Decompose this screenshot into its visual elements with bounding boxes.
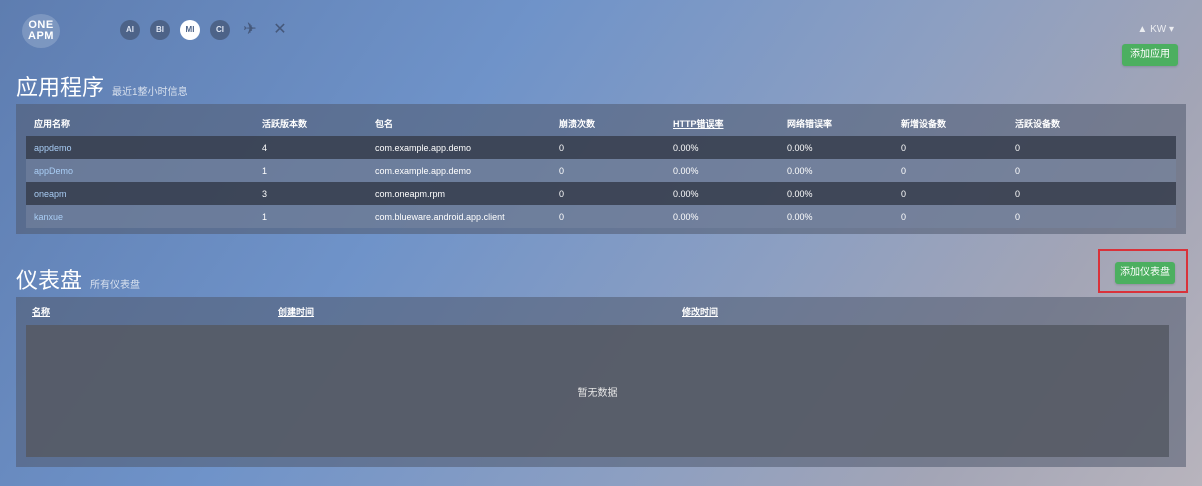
nav-mi-icon[interactable]: MI <box>180 20 200 40</box>
cell-crashes: 0 <box>559 188 565 199</box>
dashboard-panel: 名称 创建时间 修改时间 暂无数据 <box>16 297 1186 467</box>
col-app-name[interactable]: 应用名称 <box>26 117 262 130</box>
nav-bi-icon[interactable]: BI <box>150 20 170 40</box>
cell-crashes: 0 <box>559 211 565 222</box>
nav-plane-icon[interactable]: ✈ <box>240 20 260 40</box>
apps-panel: 应用名称 活跃版本数 包名 崩溃次数 HTTP错误率 网络错误率 新增设备数 活… <box>16 104 1186 234</box>
app-link[interactable]: oneapm <box>26 189 262 199</box>
table-row: kanxue 1 com.blueware.android.app.client… <box>26 205 1176 228</box>
add-app-button[interactable]: 添加应用 <box>1122 44 1178 66</box>
col-net-error[interactable]: 网络错误率 <box>787 117 901 130</box>
empty-state-text: 暂无数据 <box>577 387 618 399</box>
cell-net-error: 0.00% <box>787 188 813 199</box>
cell-http-error: 0.00% <box>673 142 699 153</box>
cell-package: com.example.app.demo <box>375 142 472 153</box>
table-row: appdemo 4 com.example.app.demo 0 0.00% 0… <box>26 136 1176 159</box>
col-new-devices[interactable]: 新增设备数 <box>901 117 1015 130</box>
cell-net-error: 0.00% <box>787 142 813 153</box>
dashboard-section-title: 仪表盘 所有仪表盘 <box>16 263 140 295</box>
oneapm-logo[interactable]: ONE APM <box>22 14 60 48</box>
cell-http-error: 0.00% <box>673 165 699 176</box>
cell-versions: 3 <box>262 188 268 199</box>
cell-active-devices: 0 <box>1015 142 1021 153</box>
apps-table: 应用名称 活跃版本数 包名 崩溃次数 HTTP错误率 网络错误率 新增设备数 活… <box>26 110 1176 228</box>
cell-http-error: 0.00% <box>673 188 699 199</box>
dashboard-empty-area: 暂无数据 <box>26 325 1169 457</box>
nav-tools-icon[interactable]: ✕ <box>270 20 290 40</box>
dashboard-title: 仪表盘 <box>16 268 83 293</box>
user-menu[interactable]: ▲ KW ▾ <box>1137 24 1174 35</box>
col-crashes[interactable]: 崩溃次数 <box>559 117 673 130</box>
cell-new-devices: 0 <box>901 188 907 199</box>
cell-active-devices: 0 <box>1015 165 1021 176</box>
col-created-time[interactable]: 创建时间 <box>278 305 314 318</box>
col-http-error[interactable]: HTTP错误率 <box>673 117 787 130</box>
col-active-devices[interactable]: 活跃设备数 <box>1015 117 1129 130</box>
cell-new-devices: 0 <box>901 165 907 176</box>
nav-ci-icon[interactable]: CI <box>210 20 230 40</box>
app-link[interactable]: appdemo <box>26 143 262 153</box>
cell-active-devices: 0 <box>1015 188 1021 199</box>
top-bar: ONE APM AI BI MI CI ✈ ✕ ▲ KW ▾ <box>0 0 1202 60</box>
cell-package: com.oneapm.rpm <box>375 188 446 199</box>
col-modified-time[interactable]: 修改时间 <box>682 305 718 318</box>
app-link[interactable]: appDemo <box>26 166 262 176</box>
table-row: oneapm 3 com.oneapm.rpm 0 0.00% 0.00% 0 … <box>26 182 1176 205</box>
col-package[interactable]: 包名 <box>375 117 559 130</box>
table-row: appDemo 1 com.example.app.demo 0 0.00% 0… <box>26 159 1176 182</box>
nav-ai-icon[interactable]: AI <box>120 20 140 40</box>
col-dashboard-name[interactable]: 名称 <box>32 305 50 318</box>
apps-title: 应用程序 <box>16 75 105 100</box>
cell-versions: 4 <box>262 142 268 153</box>
cell-crashes: 0 <box>559 142 565 153</box>
cell-net-error: 0.00% <box>787 211 813 222</box>
cell-package: com.example.app.demo <box>375 165 472 176</box>
cell-package: com.blueware.android.app.client <box>375 211 505 222</box>
apps-subtitle: 最近1整小时信息 <box>112 87 188 98</box>
product-nav: AI BI MI CI ✈ ✕ <box>120 20 290 40</box>
apps-table-header: 应用名称 活跃版本数 包名 崩溃次数 HTTP错误率 网络错误率 新增设备数 活… <box>26 110 1176 136</box>
dashboard-table-header: 名称 创建时间 修改时间 <box>26 297 1176 325</box>
cell-new-devices: 0 <box>901 211 907 222</box>
dashboard-subtitle: 所有仪表盘 <box>90 280 141 291</box>
apps-section-title: 应用程序 最近1整小时信息 <box>16 70 188 102</box>
cell-active-devices: 0 <box>1015 211 1021 222</box>
app-link[interactable]: kanxue <box>26 212 262 222</box>
cell-crashes: 0 <box>559 165 565 176</box>
cell-http-error: 0.00% <box>673 211 699 222</box>
cell-versions: 1 <box>262 211 268 222</box>
cell-versions: 1 <box>262 165 268 176</box>
col-active-versions[interactable]: 活跃版本数 <box>262 117 375 130</box>
logo-text-bottom: APM <box>28 30 54 42</box>
cell-net-error: 0.00% <box>787 165 813 176</box>
add-dashboard-button[interactable]: 添加仪表盘 <box>1115 262 1175 284</box>
cell-new-devices: 0 <box>901 142 907 153</box>
